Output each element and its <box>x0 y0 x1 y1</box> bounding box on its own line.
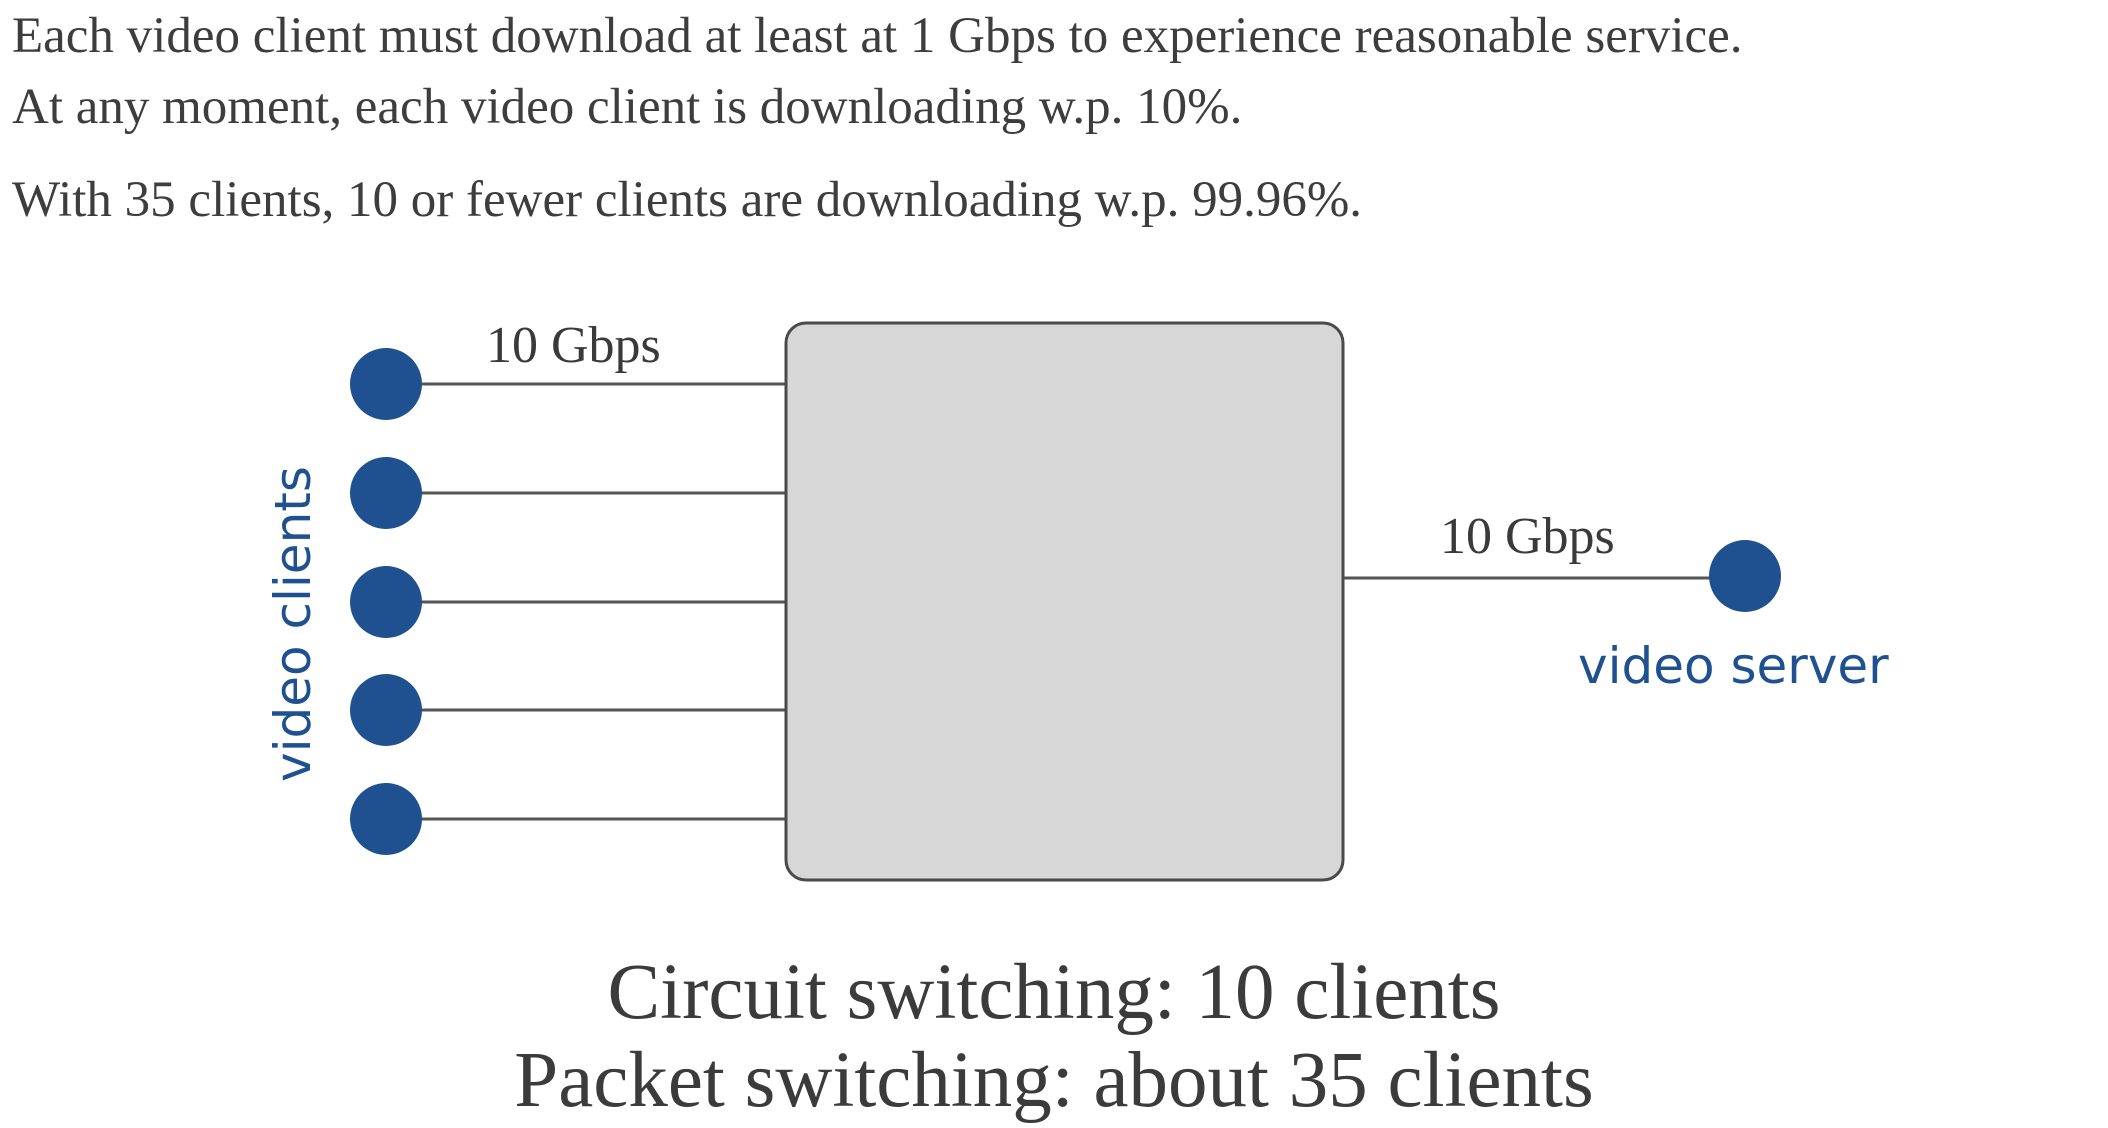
client-node-3 <box>350 566 422 638</box>
client-node-2 <box>350 457 422 529</box>
client-node-5 <box>350 783 422 855</box>
client-node-1 <box>350 348 422 420</box>
caption-packet-switching: Packet switching: about 35 clients <box>514 1037 1594 1124</box>
network-switch <box>784 321 1345 882</box>
clients-label: video clients <box>264 466 322 782</box>
server-link-label: 10 Gbps <box>1440 508 1615 565</box>
client-link-label: 10 Gbps <box>486 317 661 374</box>
server-label: video server <box>1578 637 1889 695</box>
caption-circuit-switching: Circuit switching: 10 clients <box>607 949 1501 1036</box>
client-node-4 <box>350 674 422 746</box>
server-node <box>1709 540 1781 612</box>
